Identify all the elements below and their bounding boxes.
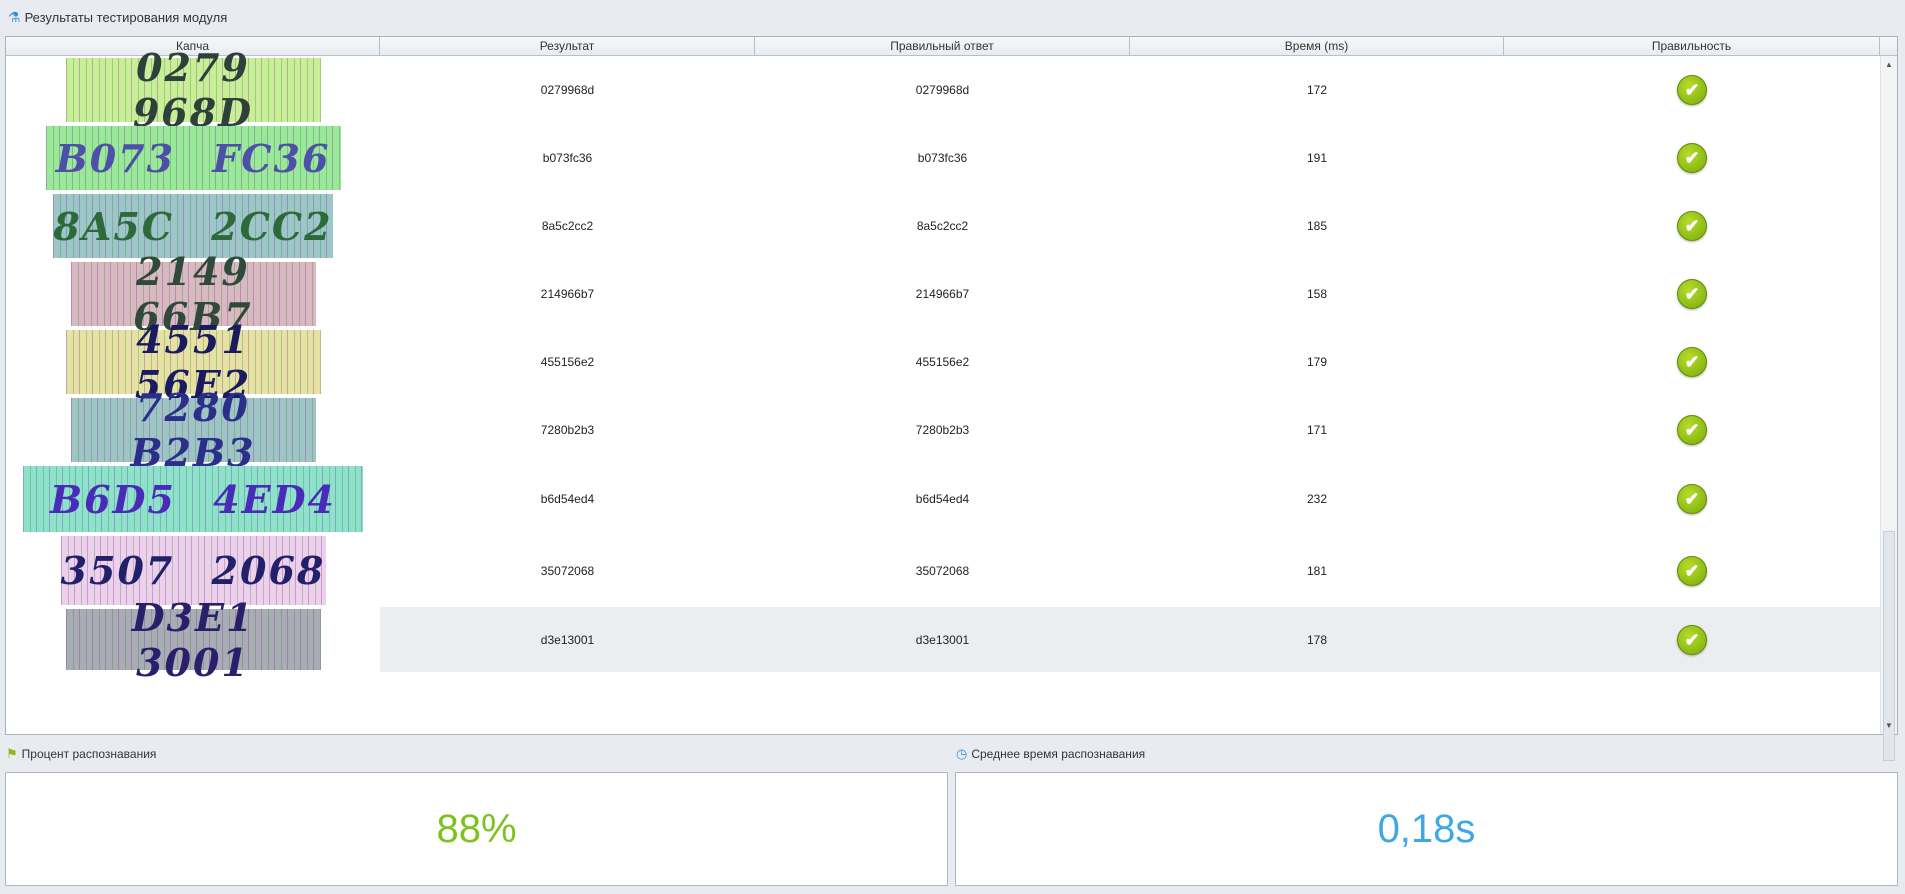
check-icon: ✔	[1677, 211, 1707, 241]
results-table: Капча Результат Правильный ответ Время (…	[5, 36, 1898, 761]
answer-cell: 8a5c2cc2	[916, 219, 969, 233]
captcha-cell: D3E1 3001	[6, 595, 380, 685]
result-cell: 8a5c2cc2	[541, 219, 594, 233]
answer-cell: 214966b7	[915, 287, 970, 301]
check-icon: ✔	[1677, 279, 1707, 309]
time-cell: 158	[1306, 287, 1328, 301]
answer-cell: 455156e2	[915, 355, 970, 369]
check-icon: ✔	[1677, 484, 1707, 514]
correctness-cell: ✔	[1504, 464, 1880, 534]
avg-time-value: 0,18s	[955, 772, 1898, 886]
avg-time-label-text: Среднее время распознавания	[971, 747, 1146, 761]
recognition-percent-value: 88%	[5, 772, 948, 886]
time-cell: 179	[1306, 355, 1328, 369]
table-row[interactable]: D3E1 3001 d3e13001 d3e13001 178 ✔	[6, 595, 1897, 685]
correctness-cell: ✔	[1504, 124, 1880, 192]
time-cell: 178	[1130, 607, 1504, 672]
check-icon: ✔	[1677, 347, 1707, 377]
correctness-cell: ✔	[1504, 56, 1880, 124]
table-row[interactable]: 7280 B2B3 7280b2b3 7280b2b3 171 ✔	[6, 385, 1897, 475]
answer-cell: b6d54ed4	[915, 492, 970, 506]
answer-cell: b073fc36	[917, 151, 968, 165]
captcha-image: D3E1 3001	[65, 595, 321, 685]
time-cell: 232	[1306, 492, 1328, 506]
panel-title-text: Результаты тестирования модуля	[24, 10, 228, 25]
column-header-answer[interactable]: Правильный ответ	[755, 37, 1130, 55]
captcha-cell: 0279 968D	[6, 45, 380, 135]
recognition-label: ⚑ Процент распознавания	[6, 746, 156, 762]
captcha-image: B6D5 4ED4	[23, 466, 363, 532]
result-cell: 0279968d	[540, 83, 595, 97]
column-header-result[interactable]: Результат	[380, 37, 755, 55]
answer-cell: 0279968d	[915, 83, 970, 97]
check-icon: ✔	[1677, 624, 1707, 655]
table-row[interactable]: 0279 968D 0279968d 0279968d 172 ✔	[6, 45, 1897, 135]
captcha-image: 7280 B2B3	[70, 385, 316, 475]
avg-time-label: ◷ Среднее время распознавания	[956, 746, 1145, 762]
recognition-label-text: Процент распознавания	[21, 747, 157, 761]
check-icon: ✔	[1677, 415, 1707, 445]
correctness-cell: ✔	[1504, 396, 1880, 464]
check-icon: ✔	[1677, 75, 1707, 105]
column-header-time[interactable]: Время (ms)	[1130, 37, 1504, 55]
captcha-cell: B6D5 4ED4	[6, 464, 380, 534]
answer-cell: 35072068	[915, 563, 970, 578]
result-cell: 455156e2	[540, 355, 595, 369]
check-icon: ✔	[1677, 143, 1707, 173]
correctness-cell: ✔	[1504, 260, 1880, 328]
column-header-correctness[interactable]: Правильность	[1504, 37, 1880, 55]
time-cell: 172	[1306, 83, 1328, 97]
table-body: 0279 968D 0279968d 0279968d 172 ✔ B073 FC…	[6, 45, 1897, 685]
correctness-cell: ✔	[1504, 534, 1880, 607]
result-cell: b073fc36	[542, 151, 593, 165]
time-cell: 171	[1306, 423, 1328, 437]
vertical-scrollbar[interactable]: ▲ ▼	[1880, 56, 1897, 761]
time-cell: 191	[1306, 151, 1328, 165]
captcha-cell: 7280 B2B3	[6, 385, 380, 475]
correctness-cell: ✔	[1504, 192, 1880, 260]
scroll-up-icon[interactable]: ▲	[1881, 60, 1897, 69]
scroll-down-icon[interactable]: ▼	[1881, 721, 1897, 730]
flag-icon: ⚑	[6, 746, 18, 761]
correctness-cell: ✔	[1504, 607, 1880, 672]
captcha-image: 0279 968D	[65, 45, 321, 135]
result-cell: b6d54ed4	[540, 492, 595, 506]
captcha-image: B073 FC36	[45, 126, 341, 190]
result-cell: 7280b2b3	[540, 423, 595, 437]
answer-cell: d3e13001	[755, 607, 1130, 672]
clock-icon: ◷	[956, 746, 968, 761]
table-row[interactable]: B6D5 4ED4 b6d54ed4 b6d54ed4 232 ✔	[6, 464, 1897, 534]
panel-title: ⚗ Результаты тестирования модуля	[8, 9, 227, 26]
answer-cell: 7280b2b3	[915, 423, 970, 437]
time-cell: 185	[1306, 219, 1328, 233]
captcha-cell: B073 FC36	[6, 124, 380, 192]
column-header-spacer	[1880, 37, 1897, 55]
result-cell: d3e13001	[380, 607, 755, 672]
check-icon: ✔	[1677, 555, 1707, 586]
time-cell: 181	[1306, 563, 1328, 578]
result-cell: 214966b7	[540, 287, 595, 301]
result-cell: 35072068	[540, 563, 595, 578]
flask-icon: ⚗	[8, 9, 21, 25]
correctness-cell: ✔	[1504, 328, 1880, 396]
table-row[interactable]: B073 FC36 b073fc36 b073fc36 191 ✔	[6, 124, 1897, 192]
